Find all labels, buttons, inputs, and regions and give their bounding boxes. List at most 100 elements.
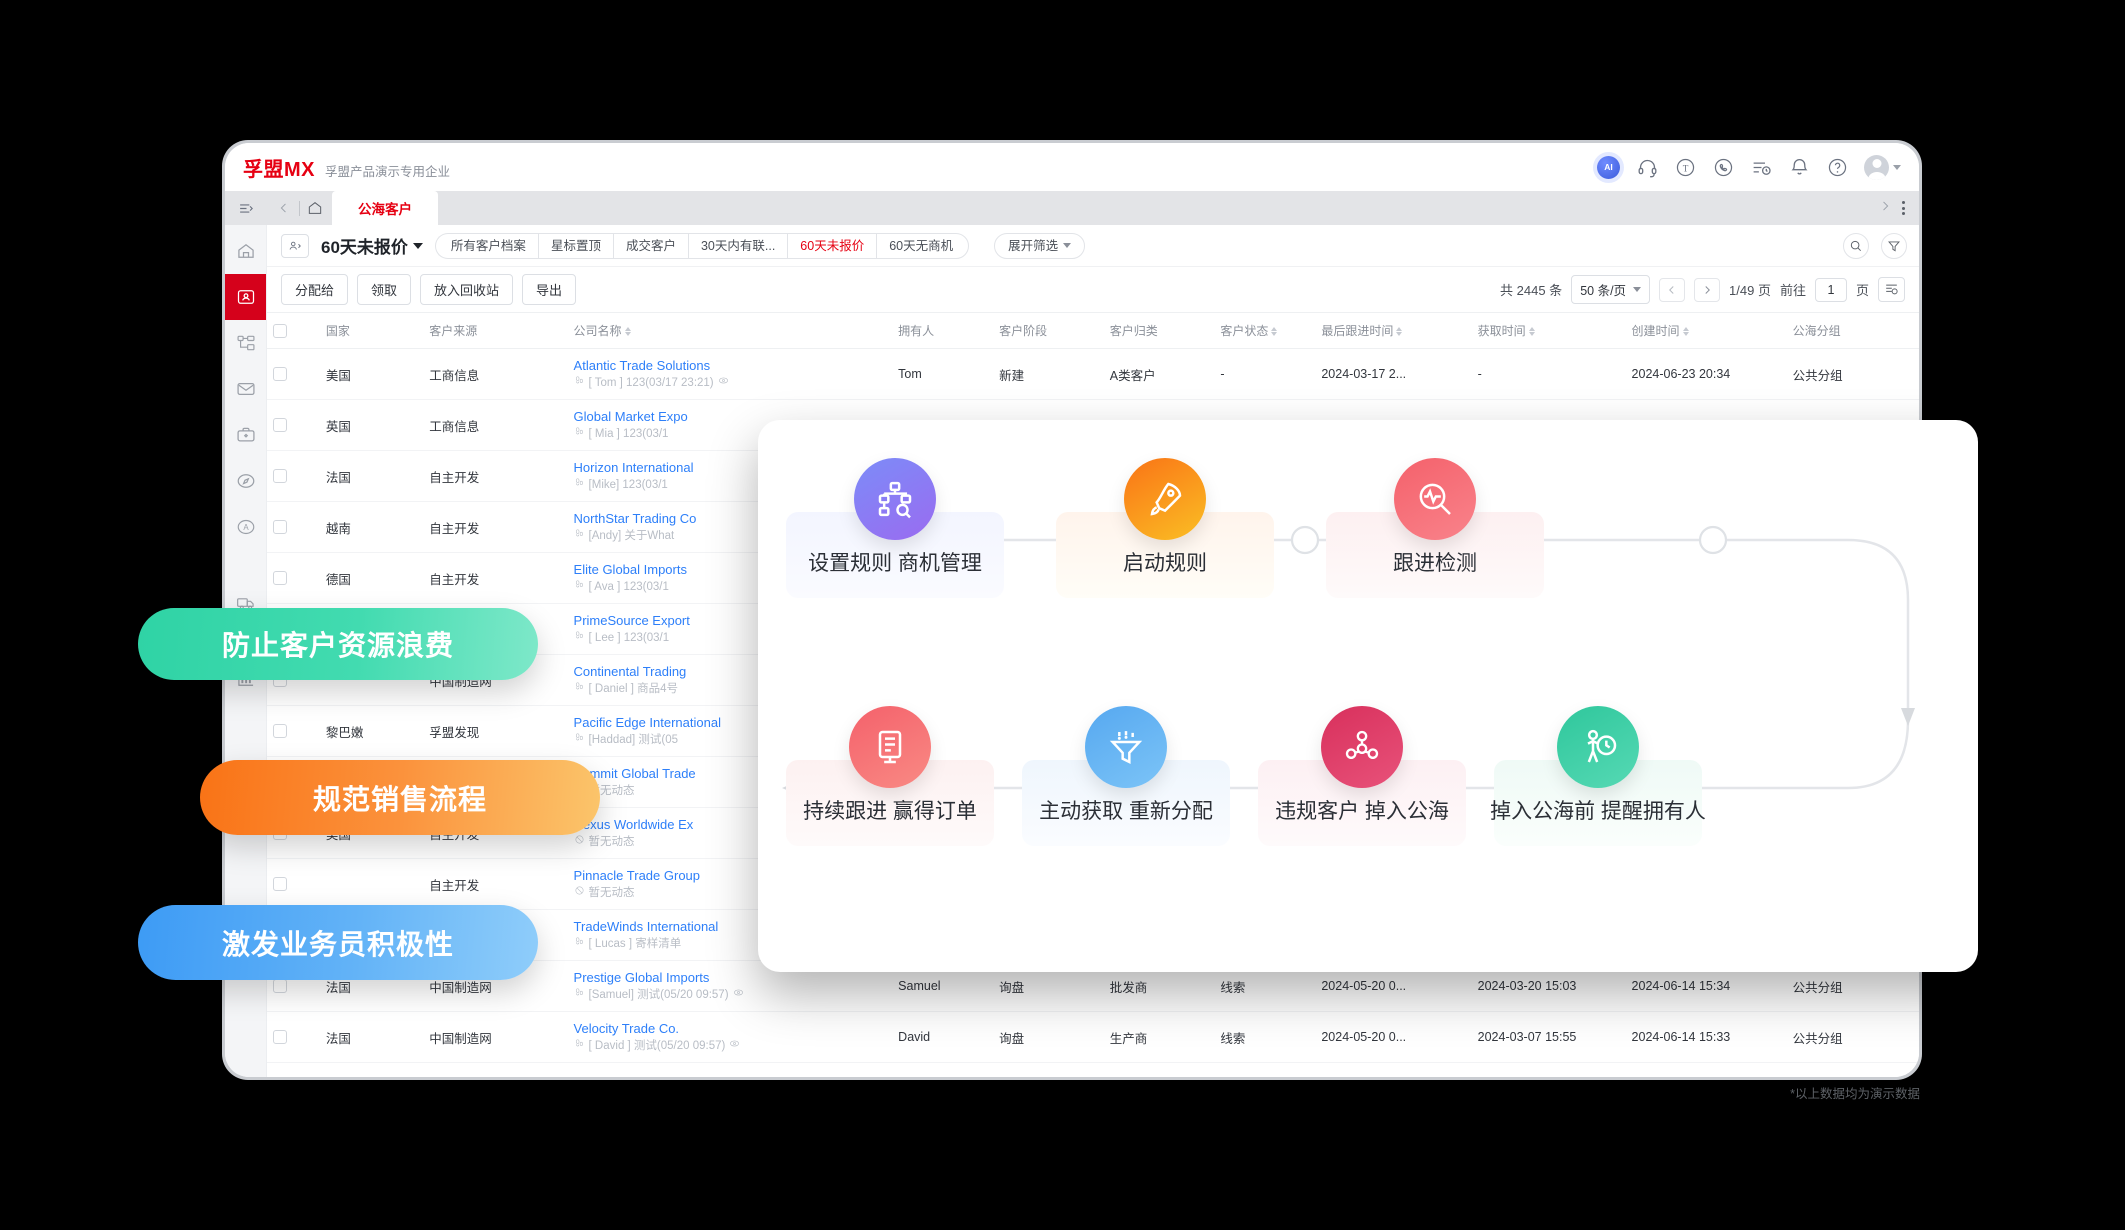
assign-to-button[interactable]: 分配给 <box>281 274 349 305</box>
table-row[interactable]: 美国 工商信息 Atlantic Trade Solutions [ Tom ] 12… <box>267 348 1919 400</box>
view-switch-icon[interactable] <box>281 233 309 258</box>
sidebar-item-mail[interactable] <box>225 366 266 412</box>
footprint-icon <box>574 987 585 1003</box>
sidebar-item-alphabet[interactable]: A <box>225 504 266 550</box>
demo-data-watermark: *以上数据均为演示数据 <box>1790 1087 1920 1101</box>
th-acquired[interactable]: 获取时间 <box>1471 313 1626 349</box>
home-tab-icon[interactable] <box>302 191 328 225</box>
action-bar: 分配给 领取 放入回收站 导出 共 2445 条 50 条/页 1/49 页 前… <box>267 267 1919 313</box>
company-note-text: [ Tom ] 123(03/17 23:21) <box>588 377 714 389</box>
th-country-label: 国家 <box>325 324 350 338</box>
row-checkbox[interactable] <box>273 418 287 432</box>
page-size-select[interactable]: 50 条/页 <box>1571 275 1651 304</box>
filter-chip-no-opportunity-60d[interactable]: 60天无商机 <box>876 232 970 259</box>
forward-icon[interactable] <box>1878 199 1892 218</box>
filter-chip-no-quote-60d[interactable]: 60天未报价 <box>787 232 877 259</box>
row-checkbox[interactable] <box>273 367 287 381</box>
rocket-icon <box>1124 458 1206 540</box>
sidebar-item-discover[interactable] <box>225 458 266 504</box>
company-link[interactable]: Atlantic Trade Solutions <box>574 357 887 374</box>
chevron-down-icon <box>1063 243 1072 248</box>
view-title-text: 60天未报价 <box>321 238 408 257</box>
view-title[interactable]: 60天未报价 <box>321 233 423 258</box>
translate-icon[interactable]: T <box>1674 156 1696 178</box>
row-checkbox[interactable] <box>273 1030 287 1044</box>
ai-assistant-icon[interactable]: AI <box>1597 155 1620 179</box>
cell-acquired: 2024-03-07 15:55 <box>1471 1011 1626 1063</box>
help-circle-icon[interactable] <box>1826 156 1848 178</box>
cell-group: 公共分组 <box>1786 348 1919 400</box>
filter-chip-starred[interactable]: 星标置顶 <box>537 232 613 259</box>
cell-source: 孚盟发现 <box>423 705 568 757</box>
expand-filter-button[interactable]: 展开筛选 <box>994 232 1086 259</box>
sidebar-item-org[interactable] <box>225 320 266 366</box>
prev-page-button[interactable] <box>1659 277 1686 302</box>
page-unit-label: 页 <box>1855 283 1869 298</box>
sidebar-item-customers[interactable] <box>225 274 266 320</box>
task-history-icon[interactable] <box>1750 156 1772 178</box>
filter-chip-closed[interactable]: 成交客户 <box>612 232 688 259</box>
notification-bell-icon[interactable] <box>1788 156 1810 178</box>
sort-icon[interactable] <box>1528 327 1535 337</box>
row-checkbox[interactable] <box>273 520 287 534</box>
move-to-recycle-button[interactable]: 放入回收站 <box>420 274 514 305</box>
user-menu[interactable] <box>1864 154 1901 180</box>
th-last-follow-label: 最后跟进时间 <box>1321 324 1394 338</box>
th-owner-label: 拥有人 <box>898 324 935 338</box>
row-select-cell <box>267 348 320 400</box>
back-icon[interactable] <box>271 191 297 225</box>
sidebar-collapse-icon[interactable] <box>225 191 267 225</box>
company-note-text: [ David ] 测试(05/20 09:57) <box>588 1040 726 1052</box>
filter-chip-contacted-30d[interactable]: 30天内有联... <box>687 232 788 259</box>
cell-category: 生产商 <box>1103 1011 1215 1063</box>
claim-button[interactable]: 领取 <box>357 274 412 305</box>
company-note: [Samuel] 测试(05/20 09:57) <box>574 987 887 1003</box>
sidebar-item-orders[interactable] <box>225 412 266 458</box>
th-stage: 客户阶段 <box>993 313 1104 349</box>
cell-company[interactable]: Atlantic Trade Solutions [ Tom ] 123(03/1… <box>567 348 893 400</box>
next-page-button[interactable] <box>1694 277 1721 302</box>
company-note-text: [ Lucas ] 寄样清单 <box>588 938 682 950</box>
sort-icon[interactable] <box>1682 327 1689 337</box>
cell-stage: 新建 <box>993 348 1104 400</box>
workflow-overlay-card: 设置规则 商机管理 启动规则 跟进检测 持续跟进 赢得订单 主动获取 重新分配 违规客户… <box>758 420 1978 972</box>
th-created[interactable]: 创建时间 <box>1625 313 1787 349</box>
th-last-follow[interactable]: 最后跟进时间 <box>1315 313 1472 349</box>
funnel-icon[interactable] <box>1881 232 1907 259</box>
more-options-icon[interactable] <box>1902 201 1905 215</box>
row-checkbox[interactable] <box>273 469 287 483</box>
view-count-icon <box>729 1038 740 1054</box>
row-checkbox[interactable] <box>273 877 287 891</box>
th-category: 客户归类 <box>1103 313 1215 349</box>
row-select-cell <box>267 858 320 910</box>
export-button[interactable]: 导出 <box>522 274 577 305</box>
company-note-text: [ Mia ] 123(03/1 <box>588 428 669 440</box>
sort-icon[interactable] <box>624 327 631 337</box>
cell-company[interactable]: Velocity Trade Co. [ David ] 测试(05/20 09:… <box>567 1011 893 1063</box>
cell-owner: Tom <box>892 348 994 400</box>
company-note-text: 暂无动态 <box>588 887 635 899</box>
tab-public-sea-customers[interactable]: 公海客户 <box>332 191 438 225</box>
sort-icon[interactable] <box>1271 327 1278 337</box>
row-checkbox[interactable] <box>273 571 287 585</box>
row-checkbox[interactable] <box>273 724 287 738</box>
cell-created: 2024-06-14 15:33 <box>1625 1011 1787 1063</box>
goto-page-input[interactable] <box>1814 277 1847 302</box>
th-company[interactable]: 公司名称 <box>567 313 893 349</box>
search-icon[interactable] <box>1843 232 1869 259</box>
brand-subtitle: 孚盟产品演示专用企业 <box>325 164 451 179</box>
headset-support-icon[interactable] <box>1636 156 1658 178</box>
screenshot-root: 孚盟MX 孚盟产品演示专用企业 AI T 公海客户 A 60天未报价 所有客户档… <box>0 0 2125 1230</box>
row-checkbox[interactable] <box>273 979 287 993</box>
sort-icon[interactable] <box>1396 327 1403 337</box>
table-row[interactable]: 法国 中国制造网 Velocity Trade Co. [ David ] 测试(05… <box>267 1011 1919 1063</box>
sidebar-item-home[interactable] <box>225 228 266 274</box>
filter-chip-all[interactable]: 所有客户档案 <box>434 232 538 259</box>
th-state[interactable]: 客户状态 <box>1214 313 1316 349</box>
select-all-checkbox[interactable] <box>273 323 287 338</box>
column-settings-icon[interactable] <box>1878 277 1905 302</box>
company-link[interactable]: Velocity Trade Co. <box>574 1020 887 1037</box>
chevron-down-icon <box>1893 164 1901 170</box>
th-created-label: 创建时间 <box>1631 324 1680 338</box>
whatsapp-icon[interactable] <box>1712 156 1734 178</box>
